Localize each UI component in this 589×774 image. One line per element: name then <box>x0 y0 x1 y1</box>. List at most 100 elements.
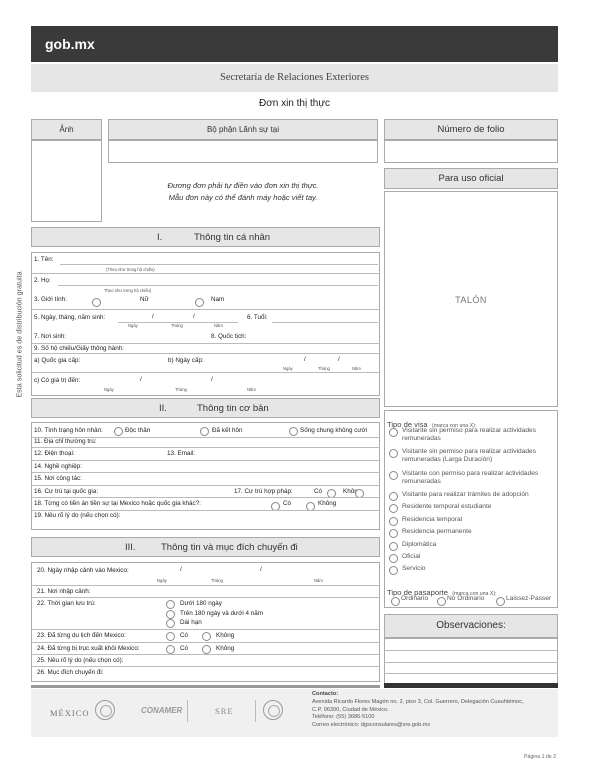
section-3-header: III. Thông tin và mục đích chuyến đi <box>31 537 380 557</box>
email-label: 13. Email: <box>167 450 195 457</box>
contact-block: Contacto: Avenida Ricardo Flores Magón n… <box>312 691 524 730</box>
expiry-month-hint: Tháng <box>175 387 187 392</box>
contact-line-3: Teléfono: (55) 3686-5100 <box>312 714 375 721</box>
observations-header: Observaciones: <box>384 614 558 638</box>
seal-icon <box>95 700 115 720</box>
sre-logo: SRE <box>215 706 234 716</box>
gob-logo[interactable]: gob.mx <box>45 36 95 52</box>
gender-female-radio[interactable] <box>92 298 101 307</box>
expiry-year-hint: Năm <box>247 387 256 392</box>
passport-laissez-label: Laissez-Passer <box>506 595 552 602</box>
section-1-title: Thông tin cá nhân <box>194 232 271 243</box>
stay-option-3-radio[interactable] <box>166 619 175 628</box>
visa-option-7-radio[interactable] <box>389 529 398 538</box>
visa-option-10-radio[interactable] <box>389 566 398 575</box>
visa-option-6-radio[interactable] <box>389 517 398 526</box>
visa-option-4-radio[interactable] <box>389 492 398 501</box>
issuing-country-label: a) Quốc gia cấp: <box>34 357 81 364</box>
mexico-logo: MÉXICO <box>50 708 90 718</box>
legal-residence-label: 17. Cư trú hợp pháp: <box>234 488 293 495</box>
official-use-label: Para uso oficial <box>438 173 504 184</box>
stay-option-1-radio[interactable] <box>166 600 175 609</box>
visa-option-7-label: Residencia permanente <box>402 528 472 535</box>
gender-male-radio[interactable] <box>195 298 204 307</box>
passport-label: 9. Số hộ chiếu/Giấy thông hành: <box>34 345 124 352</box>
visa-option-5-label: Residente temporal estudiante <box>402 503 492 510</box>
contact-email[interactable]: Correo electrónico: dgsconsulares@sre.go… <box>312 722 524 730</box>
occupation-label: 14. Nghề nghiệp: <box>34 463 82 470</box>
talon-label: TALÓN <box>455 295 487 305</box>
photo-header: Ảnh <box>31 119 102 140</box>
expiry-label: c) Có giá trị đến: <box>34 377 81 384</box>
visa-option-3-radio[interactable] <box>389 471 398 480</box>
section-1-roman: I. <box>157 232 163 243</box>
issue-date-label: b) Ngày cấp: <box>168 357 204 364</box>
footer-bar-right <box>384 683 558 688</box>
consulate-label: Bộ phận Lãnh sự tại <box>206 125 280 134</box>
visa-option-2-radio[interactable] <box>389 449 398 458</box>
form-title: Đơn xin thị thực <box>258 98 331 109</box>
observations-box[interactable] <box>384 638 558 684</box>
passport-non-ordinary-label: No Ordinario <box>447 595 485 602</box>
instruction-line-1: Đương đơn phải tự điền vào đơn xin thị t… <box>167 181 319 190</box>
entry-slash-1: / <box>180 566 182 573</box>
deport-no-radio[interactable] <box>202 645 211 654</box>
gender-male-label: Nam <box>211 296 225 303</box>
visa-option-9-radio[interactable] <box>389 554 398 563</box>
expiry-day-hint: Ngày <box>104 387 114 392</box>
visa-option-6-label: Residencia temporal <box>402 516 463 523</box>
nationality-label: 8. Quốc tịch: <box>211 333 247 340</box>
issue-year-hint: Năm <box>352 366 361 371</box>
deport-yes-radio[interactable] <box>166 645 175 654</box>
deport-no-label: Không <box>216 645 235 652</box>
official-use-header: Para uso oficial <box>384 168 558 189</box>
marital-single-label: Độc thân <box>125 427 151 434</box>
visa-option-4-label: Visitante para realizar trámites de adop… <box>402 491 529 498</box>
stay-option-2-radio[interactable] <box>166 610 175 619</box>
ministry-banner: Secretaría de Relaciones Exteriores <box>31 64 558 92</box>
passport-non-ordinary-radio[interactable] <box>437 597 446 606</box>
contact-line-2: C.P. 06300, Ciudad de México. <box>312 706 389 713</box>
dob-day-hint: Ngày <box>128 323 138 328</box>
passport-ordinary-radio[interactable] <box>391 597 400 606</box>
issue-slash-2: / <box>338 356 340 363</box>
instruction-line-2: Mẫu đơn này có thể đánh máy hoặc viết ta… <box>168 193 318 202</box>
expiry-slash-1: / <box>140 376 142 383</box>
visa-option-5-radio[interactable] <box>389 504 398 513</box>
folio-label: Número de folio <box>437 124 505 135</box>
travel-yes-label: Có <box>180 632 189 639</box>
consulate-input[interactable] <box>108 140 378 163</box>
talon-box: TALÓN <box>384 191 558 407</box>
stay-option-3-label: Dài hạn <box>180 619 202 626</box>
issue-month-hint: Tháng <box>318 366 330 371</box>
contact-title: Contacto: <box>312 691 339 697</box>
visa-option-8-radio[interactable] <box>389 542 398 551</box>
residence-label: 16. Cư trú tại quốc gia: <box>34 488 99 495</box>
side-text: Esta solicitud es de distribución gratui… <box>14 271 24 398</box>
marital-cohabit-label: Sống chung không cưới <box>300 427 368 434</box>
travel-yes-radio[interactable] <box>166 632 175 641</box>
travel-no-radio[interactable] <box>202 632 211 641</box>
divider-2 <box>255 700 256 722</box>
marital-cohabit-radio[interactable] <box>289 427 298 436</box>
contact-line-1: Avenida Ricardo Flores Magón no. 2, piso… <box>312 698 524 705</box>
marital-single-radio[interactable] <box>114 427 123 436</box>
photo-box[interactable] <box>31 140 102 222</box>
travel-history-label: 23. Đã từng du lịch đến Mexico: <box>37 632 126 639</box>
visa-option-8-label: Diplomática <box>402 541 437 548</box>
instructions: Đương đơn phải tự điền vào đơn xin thị t… <box>108 180 378 204</box>
stay-label: 22. Thời gian lưu trú: <box>37 600 96 607</box>
name-label: 1. Tên: <box>34 256 54 263</box>
dob-year-hint: Năm <box>214 323 223 328</box>
section-3-roman: III. <box>125 542 136 553</box>
marital-married-radio[interactable] <box>200 427 209 436</box>
phone-label: 12. Điện thoại: <box>34 450 75 457</box>
passport-laissez-radio[interactable] <box>496 597 505 606</box>
page-number: Página 1 de 2 <box>524 754 557 760</box>
conamer-logo: CONAMER <box>141 706 183 715</box>
entry-slash-2: / <box>260 566 262 573</box>
criminal-no-label: Không <box>318 500 337 507</box>
visa-option-1-radio[interactable] <box>389 428 398 437</box>
folio-input[interactable] <box>384 140 558 163</box>
observations-label: Observaciones: <box>436 620 506 631</box>
